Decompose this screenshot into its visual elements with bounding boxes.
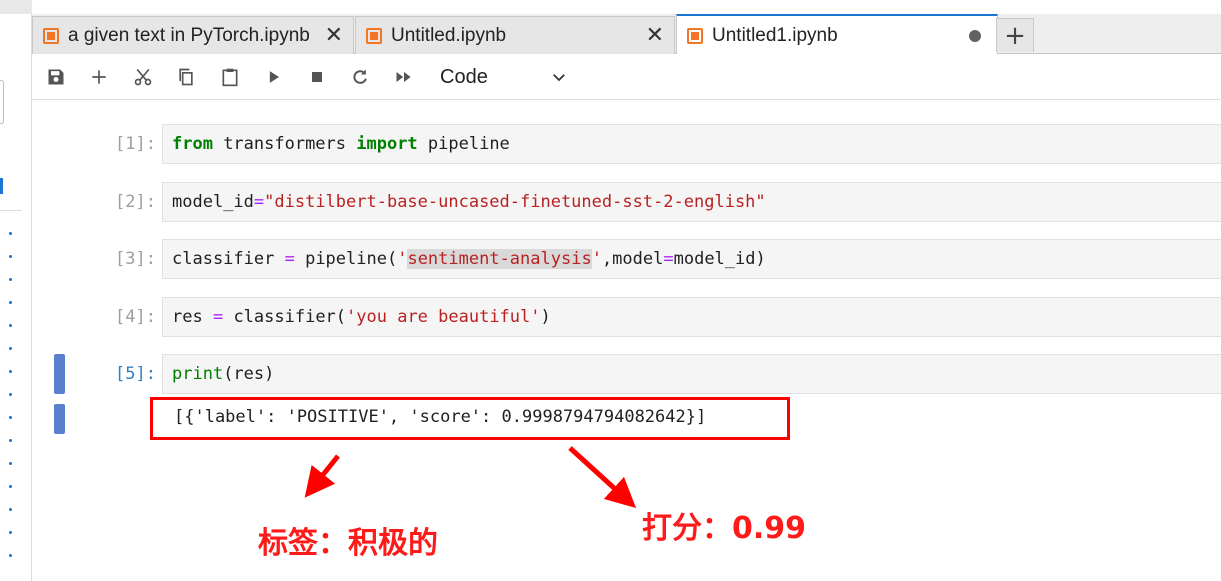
tab-bar: a given text in PyTorch.ipynb ✕ Untitled…	[32, 14, 1221, 55]
left-strip-dot	[9, 324, 12, 327]
code-editor[interactable]: model_id = "distilbert-base-uncased-finetu…	[162, 182, 1221, 222]
notebook-icon	[687, 27, 703, 44]
left-strip-dot	[9, 347, 12, 350]
notebook-panel: [1]: from transformers import pipeline […	[32, 100, 1221, 581]
output-collapser[interactable]	[54, 404, 65, 434]
code-token: '	[397, 249, 408, 269]
left-strip-dot	[9, 278, 12, 281]
paste-icon[interactable]	[216, 63, 244, 91]
left-strip-dot	[9, 531, 12, 534]
left-panel-edge	[0, 80, 4, 124]
input-collapser[interactable]	[54, 354, 65, 394]
execution-count: [4]:	[115, 307, 156, 327]
code-token: =	[212, 307, 224, 327]
code-token: '	[591, 249, 602, 269]
code-token: classifier(	[223, 307, 347, 327]
left-strip-dot	[9, 416, 12, 419]
run-icon[interactable]	[260, 63, 288, 91]
left-strip-dot	[9, 301, 12, 304]
save-icon[interactable]	[42, 63, 70, 91]
code-token: import	[356, 134, 418, 154]
execution-count: [3]:	[115, 249, 156, 269]
code-editor[interactable]: print (res)	[162, 354, 1221, 394]
restart-icon[interactable]	[346, 63, 374, 91]
code-token: =	[284, 249, 295, 269]
cut-icon[interactable]	[129, 63, 157, 91]
left-strip-dot	[9, 370, 12, 373]
add-cell-icon[interactable]	[85, 63, 113, 91]
run-all-icon[interactable]	[390, 63, 418, 91]
left-strip-top	[0, 0, 32, 14]
code-token: =	[663, 249, 674, 269]
code-token: model_id	[172, 192, 254, 212]
tab-pytorch-notebook[interactable]: a given text in PyTorch.ipynb ✕	[32, 16, 354, 54]
notebook-icon	[366, 27, 382, 44]
label-annotation: 标签：积极的	[258, 526, 438, 561]
code-token: classifier	[172, 249, 285, 269]
execution-count: [2]:	[115, 192, 156, 212]
code-token: pipeline(	[294, 249, 398, 269]
code-token: from	[172, 134, 213, 154]
output-highlight-box	[150, 397, 790, 440]
left-strip-dot	[9, 462, 12, 465]
code-token: res	[172, 307, 213, 327]
code-token: =	[253, 192, 265, 212]
code-token: ,model	[601, 249, 664, 269]
stop-icon[interactable]	[303, 63, 331, 91]
close-icon[interactable]: ✕	[325, 24, 343, 46]
left-strip-dot	[9, 508, 12, 511]
left-sidebar-strip	[0, 0, 32, 581]
left-strip-dot	[9, 393, 12, 396]
left-divider	[0, 210, 22, 211]
code-token: pipeline	[417, 134, 510, 154]
code-token: (res)	[223, 364, 275, 384]
left-strip-dot	[9, 255, 12, 258]
execution-count: [1]:	[115, 134, 156, 154]
code-token: 'you are beautiful'	[346, 307, 541, 327]
cell-type-dropdown[interactable]: Code	[440, 62, 568, 92]
code-editor[interactable]: classifier = pipeline(' sentiment-analysi…	[162, 239, 1221, 279]
close-icon[interactable]: ✕	[646, 24, 664, 46]
tab-label: Untitled1.ipynb	[712, 24, 838, 46]
code-token: )	[540, 307, 551, 327]
unsaved-dot-icon[interactable]	[969, 30, 981, 42]
code-token: "distilbert-base-uncased-finetuned-sst-2…	[264, 192, 766, 212]
code-token: print	[172, 364, 224, 384]
tab-label: Untitled.ipynb	[391, 24, 507, 46]
chevron-down-icon	[553, 74, 565, 82]
code-editor[interactable]: from transformers import pipeline	[162, 124, 1221, 164]
notebook-icon	[43, 27, 59, 44]
code-token: model_id)	[673, 249, 766, 269]
left-strip-dot	[9, 485, 12, 488]
copy-icon[interactable]	[172, 63, 200, 91]
tab-label: a given text in PyTorch.ipynb	[68, 24, 310, 46]
cell-type-value: Code	[440, 65, 488, 88]
tab-untitled[interactable]: Untitled.ipynb ✕	[355, 16, 675, 54]
left-strip-dot	[9, 554, 12, 557]
code-token: transformers	[212, 134, 357, 154]
add-tab-button[interactable]: +	[996, 18, 1034, 52]
left-strip-dot	[9, 232, 12, 235]
left-strip-dot	[9, 439, 12, 442]
left-active-marker	[0, 178, 3, 194]
tab-untitled1[interactable]: Untitled1.ipynb	[676, 14, 998, 55]
code-token: sentiment-analysis	[407, 249, 592, 269]
code-editor[interactable]: res = classifier('you are beautiful')	[162, 297, 1221, 337]
execution-count: [5]:	[115, 364, 156, 384]
notebook-toolbar: Code	[32, 54, 1221, 100]
score-annotation: 打分：0.99	[642, 511, 807, 546]
